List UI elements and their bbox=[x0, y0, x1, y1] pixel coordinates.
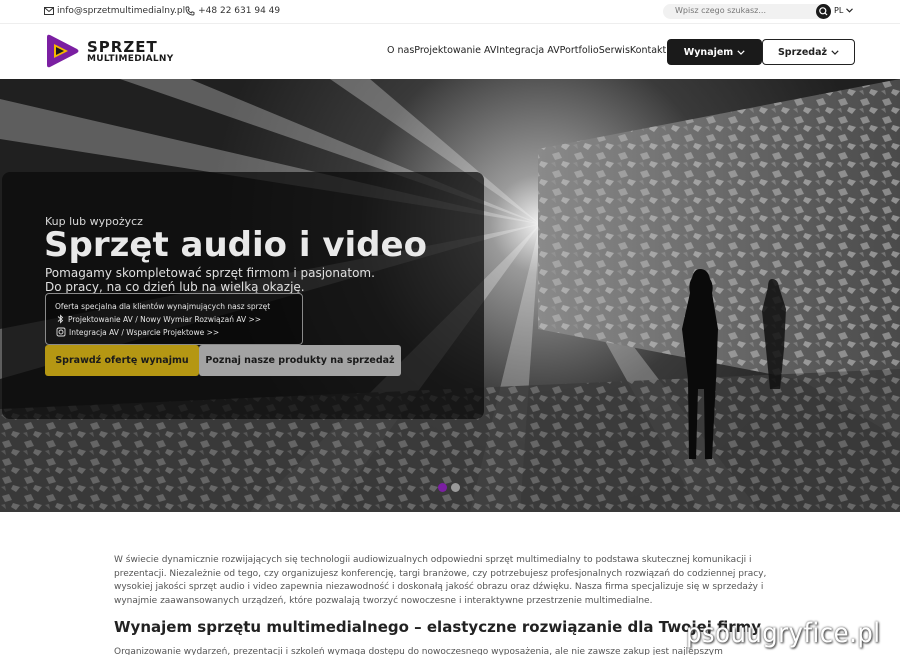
sale-dropdown-button[interactable]: Sprzedaż bbox=[762, 39, 855, 65]
offer-link-integracja[interactable]: Integracja AV / Wsparcie Projektowe >> bbox=[56, 327, 219, 337]
special-offer-box: Oferta specjalna dla klientów wynajmując… bbox=[45, 293, 303, 345]
nav-item-serwis[interactable]: Serwis bbox=[599, 45, 630, 56]
slider-dots bbox=[438, 483, 460, 492]
device-icon bbox=[56, 327, 66, 337]
brand-subtitle: MULTIMEDIALNY bbox=[87, 54, 174, 64]
nav-item-o-nas[interactable]: O nas bbox=[387, 45, 414, 56]
language-label: PL bbox=[834, 6, 844, 15]
search-bar bbox=[663, 4, 831, 19]
chevron-down-icon bbox=[737, 49, 745, 55]
slider-dot-1[interactable] bbox=[438, 483, 447, 492]
nav-item-integracja-av[interactable]: Integracja AV bbox=[496, 45, 559, 56]
section-paragraph: Organizowanie wydarzeń, prezentacji i sz… bbox=[114, 647, 723, 655]
sale-button-label: Sprzedaż bbox=[777, 46, 828, 58]
logo[interactable]: SPRZET MULTIMEDIALNY bbox=[44, 33, 174, 69]
phone-text: +48 22 631 94 49 bbox=[198, 6, 281, 16]
phone-link[interactable]: +48 22 631 94 49 bbox=[185, 6, 280, 16]
offer-title: Oferta specjalna dla klientów wynajmując… bbox=[55, 302, 271, 311]
email-text: info@sprzetmultimedialny.pl bbox=[57, 6, 186, 16]
rent-offer-button[interactable]: Sprawdź ofertę wynajmu bbox=[45, 345, 199, 376]
play-logo-icon bbox=[47, 34, 79, 68]
envelope-icon bbox=[44, 7, 54, 15]
offer-link-integracja-label: Integracja AV / Wsparcie Projektowe >> bbox=[69, 327, 220, 337]
search-button[interactable] bbox=[816, 4, 831, 19]
email-link[interactable]: info@sprzetmultimedialny.pl bbox=[44, 6, 185, 16]
chevron-down-icon bbox=[831, 49, 839, 55]
nav-item-projektowanie-av[interactable]: Projektowanie AV bbox=[414, 45, 496, 56]
search-icon bbox=[819, 7, 828, 16]
hero-subtitle-line2: Do pracy, na co dzień lub na wielką okaz… bbox=[45, 280, 305, 294]
bluetooth-icon bbox=[57, 314, 64, 324]
hero-headline: Sprzęt audio i video bbox=[44, 225, 427, 265]
offer-link-projektowanie-label: Projektowanie AV / Nowy Wymiar Rozwiązań… bbox=[68, 314, 262, 324]
rent-dropdown-button[interactable]: Wynajem bbox=[667, 39, 762, 65]
nav-item-portfolio[interactable]: Portfolio bbox=[560, 45, 599, 56]
watermark-text: psouugryfice.pl bbox=[686, 618, 881, 649]
slider-dot-2[interactable] bbox=[451, 483, 460, 492]
hero-subtitle-line1: Pomagamy skompletować sprzęt firmom i pa… bbox=[45, 266, 375, 280]
sale-products-button[interactable]: Poznaj nasze produkty na sprzedaż bbox=[199, 345, 401, 376]
chevron-down-icon bbox=[846, 8, 854, 13]
nav-item-kontakt[interactable]: Kontakt bbox=[630, 45, 666, 56]
section-heading: Wynajem sprzętu multimedialnego – elasty… bbox=[114, 618, 762, 636]
offer-link-projektowanie[interactable]: Projektowanie AV / Nowy Wymiar Rozwiązań… bbox=[56, 314, 261, 324]
rent-button-label: Wynajem bbox=[683, 46, 734, 58]
contact-info: info@sprzetmultimedialny.pl +48 22 631 9… bbox=[44, 6, 280, 16]
main-header: SPRZET MULTIMEDIALNY O nas Projektowanie… bbox=[0, 23, 900, 79]
main-nav: O nas Projektowanie AV Integracja AV Por… bbox=[387, 45, 666, 56]
hero-banner: Kup lub wypożycz Sprzęt audio i video Po… bbox=[0, 79, 900, 512]
phone-icon bbox=[185, 6, 195, 16]
search-input[interactable] bbox=[675, 6, 805, 15]
language-selector[interactable]: PL bbox=[834, 6, 854, 15]
top-bar: info@sprzetmultimedialny.pl +48 22 631 9… bbox=[0, 0, 900, 23]
intro-paragraph: W świecie dynamicznie rozwijających się … bbox=[114, 555, 767, 606]
